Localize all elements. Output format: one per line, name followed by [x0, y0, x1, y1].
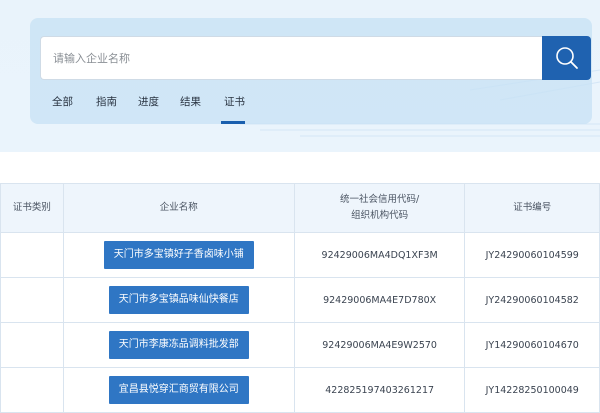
header-credit-code-line1: 统一社会信用代码/ [340, 193, 420, 205]
tab-all[interactable]: 全部 [52, 94, 73, 109]
cell-credit-code: 422825197403261217 [293, 367, 466, 413]
cell-cert-number: JY24290060104599 [464, 232, 600, 278]
cell-company: 天门市李康冻品调料批发部 [62, 322, 295, 368]
search-icon [555, 47, 578, 69]
tab-progress[interactable]: 进度 [138, 94, 159, 109]
tab-guide[interactable]: 指南 [96, 94, 117, 109]
cell-credit-code: 92429006MA4E9W2570 [293, 322, 466, 368]
cell-company: 天门市多宝镇品味仙快餐店 [62, 277, 295, 323]
certificate-table: 证书类别 企业名称 统一社会信用代码/ 组织机构代码 证书编号 天门市多宝镇好子… [0, 183, 600, 413]
cell-credit-code: 92429006MA4E7D780X [293, 277, 466, 323]
company-button[interactable]: 天门市李康冻品调料批发部 [108, 331, 249, 359]
header-cert-number: 证书编号 [464, 183, 600, 233]
cell-cert-type [0, 232, 64, 278]
search-button[interactable] [542, 36, 591, 80]
cell-cert-type [0, 367, 64, 413]
cell-company: 天门市多宝镇好子香卤味小铺 [62, 232, 295, 278]
company-button[interactable]: 天门市多宝镇品味仙快餐店 [108, 286, 249, 314]
company-button[interactable]: 天门市多宝镇好子香卤味小铺 [103, 241, 254, 269]
tab-certificate[interactable]: 证书 [224, 94, 245, 109]
cell-company: 宜昌县悦穿汇商贸有限公司 [62, 367, 295, 413]
table-row: 宜昌县悦穿汇商贸有限公司 422825197403261217 JY142282… [0, 367, 600, 413]
header-credit-code: 统一社会信用代码/ 组织机构代码 [293, 183, 466, 233]
table-row: 天门市多宝镇品味仙快餐店 92429006MA4E7D780X JY242900… [0, 277, 600, 323]
header-cert-type: 证书类别 [0, 183, 64, 233]
table-header-row: 证书类别 企业名称 统一社会信用代码/ 组织机构代码 证书编号 [0, 183, 600, 233]
cell-cert-number: JY24290060104582 [464, 277, 600, 323]
tab-result[interactable]: 结果 [180, 94, 201, 109]
search-input[interactable] [41, 37, 542, 79]
active-tab-indicator [221, 121, 245, 124]
table-row: 天门市李康冻品调料批发部 92429006MA4E9W2570 JY142900… [0, 322, 600, 368]
search-box [40, 36, 542, 80]
header-credit-code-line2: 组织机构代码 [351, 210, 409, 221]
cell-cert-type [0, 322, 64, 368]
cell-credit-code: 92429006MA4DQ1XF3M [293, 232, 466, 278]
header-company-name: 企业名称 [62, 183, 295, 233]
cell-cert-type [0, 277, 64, 323]
table-row: 天门市多宝镇好子香卤味小铺 92429006MA4DQ1XF3M JY24290… [0, 232, 600, 278]
section-divider [0, 152, 600, 182]
cell-cert-number: JY14228250100049 [464, 367, 600, 413]
cell-cert-number: JY14290060104670 [464, 322, 600, 368]
